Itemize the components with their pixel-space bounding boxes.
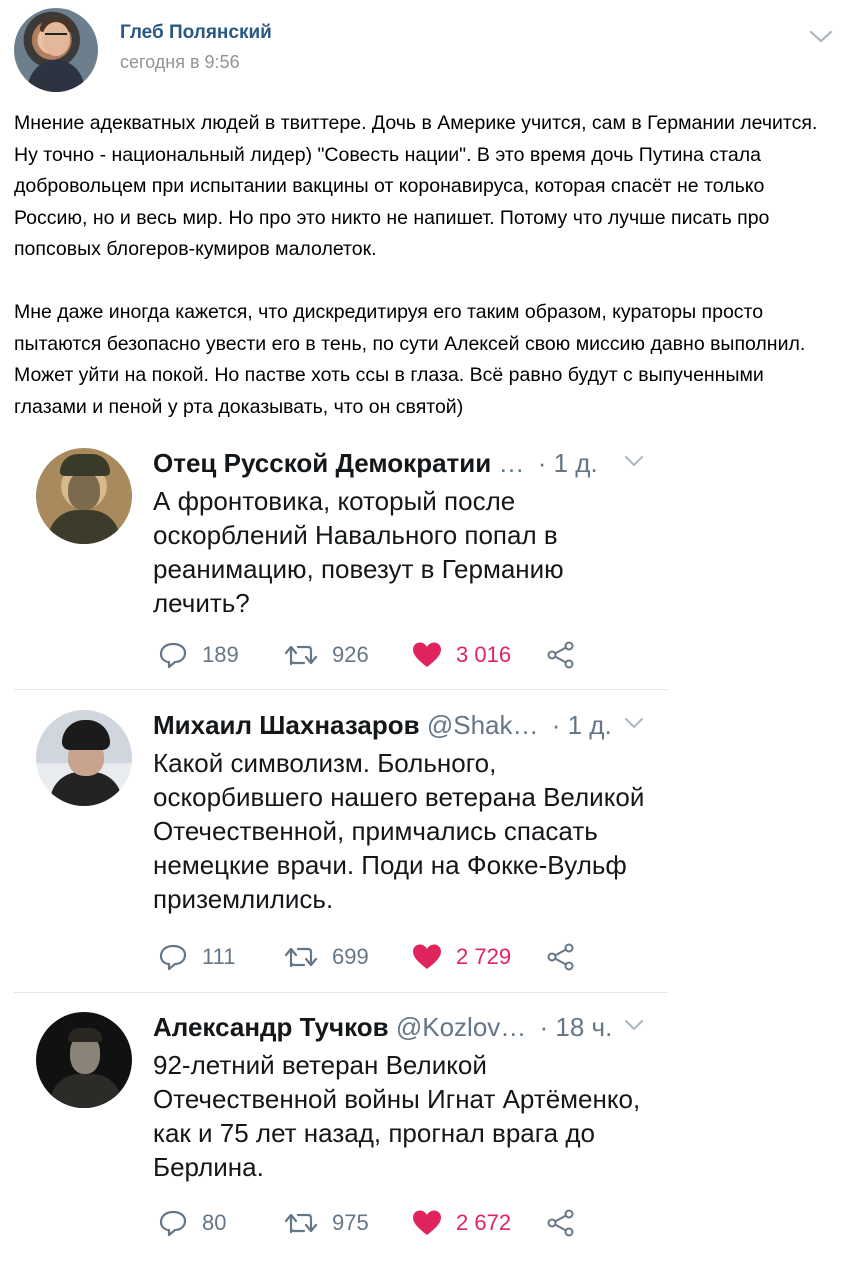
heart-icon xyxy=(413,642,441,667)
tweet-time[interactable]: · 18 ч. xyxy=(540,1012,613,1042)
tweet-text: А фронтовика, который после оскорблений … xyxy=(153,486,564,618)
tweet-time[interactable]: · 1 д. xyxy=(538,448,598,478)
like-button[interactable]: 2 672 xyxy=(412,1206,511,1240)
share-button[interactable] xyxy=(546,638,576,672)
tweet-text: Какой символизм. Больного, оскорбившего … xyxy=(153,748,645,914)
retweet-icon xyxy=(284,1213,318,1234)
chevron-down-icon[interactable] xyxy=(808,26,834,46)
retweet-count: 699 xyxy=(332,944,369,969)
tweet-header: Отец Русской Демократии … · 1 д. xyxy=(153,448,653,480)
chevron-down-icon[interactable] xyxy=(624,716,644,730)
reply-count: 111 xyxy=(202,944,236,969)
retweet-button[interactable]: 926 xyxy=(284,638,369,672)
retweet-count: 975 xyxy=(332,1210,369,1235)
reply-button[interactable]: 80 xyxy=(158,1206,226,1240)
retweet-button[interactable]: 699 xyxy=(284,940,369,974)
reply-icon xyxy=(159,1210,187,1237)
reply-button[interactable]: 111 xyxy=(158,940,235,974)
share-icon xyxy=(547,1209,574,1237)
like-count: 3 016 xyxy=(456,642,512,667)
author-avatar[interactable] xyxy=(14,8,98,92)
heart-icon xyxy=(413,1210,441,1235)
retweet-count: 926 xyxy=(332,642,369,667)
tweet: Александр Тучков @Kozlov… · 18 ч. 92-лет… xyxy=(14,1012,668,1252)
post-header: Глеб Полянский сегодня в 9:56 xyxy=(14,8,834,94)
tweet-text: 92-летний ветеран Великой Отечественной … xyxy=(153,1050,641,1182)
tweet-actions: 111 699 2 729 xyxy=(158,940,618,974)
tweet-handle[interactable]: … xyxy=(498,448,524,478)
post-text: Мнение адекватных людей в твиттере. Дочь… xyxy=(14,108,830,423)
chevron-down-icon[interactable] xyxy=(624,454,644,468)
reply-button[interactable]: 189 xyxy=(158,638,239,672)
retweet-icon xyxy=(284,947,318,968)
reply-count: 80 xyxy=(202,1210,227,1235)
like-button[interactable]: 3 016 xyxy=(412,638,511,672)
tweet-author-name[interactable]: Михаил Шахназаров xyxy=(153,710,420,740)
like-count: 2 672 xyxy=(456,1210,512,1235)
tweet-handle[interactable]: @Kozlov… xyxy=(396,1012,526,1042)
share-button[interactable] xyxy=(546,940,576,974)
post-paragraph: Мнение адекватных людей в твиттере. Дочь… xyxy=(14,112,818,260)
like-count: 2 729 xyxy=(456,944,512,969)
tweet-divider xyxy=(14,992,668,993)
tweet-author-name[interactable]: Отец Русской Демократии xyxy=(153,448,491,478)
tweet-header: Михаил Шахназаров @Shak… · 1 д. xyxy=(153,710,653,742)
reply-icon xyxy=(159,642,187,669)
tweet-handle[interactable]: @Shak… xyxy=(427,710,539,740)
post-author-name[interactable]: Глеб Полянский xyxy=(120,22,272,44)
tweet-header: Александр Тучков @Kozlov… · 18 ч. xyxy=(153,1012,653,1044)
share-icon xyxy=(547,641,574,669)
chevron-down-icon[interactable] xyxy=(624,1018,644,1032)
reply-count: 189 xyxy=(202,642,239,667)
tweet: Михаил Шахназаров @Shak… · 1 д. Какой си… xyxy=(14,710,668,993)
share-button[interactable] xyxy=(546,1206,576,1240)
post-timestamp[interactable]: сегодня в 9:56 xyxy=(120,52,240,73)
tweet-avatar[interactable] xyxy=(36,710,132,806)
retweet-button[interactable]: 975 xyxy=(284,1206,369,1240)
like-button[interactable]: 2 729 xyxy=(412,940,511,974)
retweet-icon xyxy=(284,645,318,666)
share-icon xyxy=(547,943,574,971)
tweet-time[interactable]: · 1 д. xyxy=(552,710,612,740)
heart-icon xyxy=(413,944,441,969)
tweet-divider xyxy=(14,689,668,690)
tweet-actions: 189 926 3 016 xyxy=(158,638,618,672)
tweet-avatar[interactable] xyxy=(36,1012,132,1108)
tweet: Отец Русской Демократии … · 1 д. А фронт… xyxy=(14,448,668,690)
reply-icon xyxy=(159,944,187,971)
tweet-avatar[interactable] xyxy=(36,448,132,544)
tweet-actions: 80 975 2 672 xyxy=(158,1206,618,1240)
tweet-author-name[interactable]: Александр Тучков xyxy=(153,1012,389,1042)
post-paragraph: Мне даже иногда кажется, что дискредитир… xyxy=(14,301,806,418)
